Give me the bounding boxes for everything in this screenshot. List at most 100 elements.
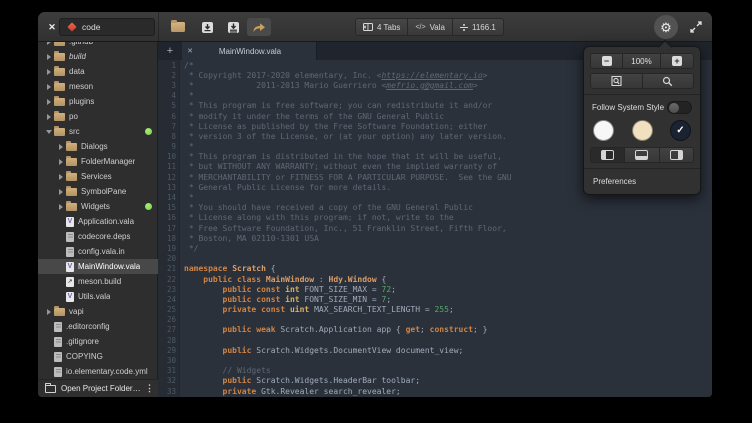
tree-item-dialogs[interactable]: Dialogs [38,139,158,154]
expander-closed-icon[interactable] [44,69,54,75]
code-line: 17 * Free Software Foundation, Inc., 51 … [158,223,712,233]
tree-item-utils-vala[interactable]: Utils.vala [38,289,158,304]
tree-item-po[interactable]: po [38,109,158,124]
sidebar-menu-button[interactable]: ⋮ [145,384,154,393]
tree-item-src[interactable]: src [38,124,158,139]
zoom-out-icon: − [602,56,612,66]
code-text: public const int FONT_SIZE_MAX = 72; [184,285,396,294]
tree-item-meson[interactable]: meson [38,79,158,94]
folder-icon [66,188,77,196]
tree-item-vapi[interactable]: vapi [38,304,158,319]
sidebar-footer[interactable]: Open Project Folder… ⋮ [38,379,158,397]
tree-item-io-elementary-code-yml[interactable]: io.elementary.code.yml [38,364,158,379]
project-button[interactable]: code [59,18,155,36]
expander-closed-icon[interactable] [44,54,54,60]
tree-item--editorconfig[interactable]: .editorconfig [38,319,158,334]
tree-item-config-vala-in[interactable]: config.vala.in [38,244,158,259]
settings-menu-button[interactable]: ⚙ [654,15,678,39]
toggle-sidebar-button[interactable] [590,147,625,163]
close-button[interactable]: ✕ [44,19,60,35]
tree-item-application-vala[interactable]: Application.vala [38,214,158,229]
toggle-bottom-panel-button[interactable] [625,147,659,163]
tree-item-foldermanager[interactable]: FolderManager [38,154,158,169]
code-text: * General Public License for more detail… [184,183,391,192]
code-line: 18 * Boston, MA 02110-1301 USA [158,233,712,243]
expander-closed-icon[interactable] [44,309,54,315]
expander-closed-icon[interactable] [44,114,54,120]
expand-icon [690,21,702,33]
zoom-in-button[interactable]: + [661,53,694,69]
expander-closed-icon[interactable] [44,99,54,105]
headerbar-divider [158,12,159,42]
folder-icon [66,173,77,181]
tab-title: MainWindow.vala [198,47,316,56]
expander-closed-icon[interactable] [44,84,54,90]
tabs-overview-button[interactable]: 4 Tabs [355,18,408,36]
follow-system-row: Follow System Style [590,100,694,115]
tab-close-icon[interactable]: ✕ [182,47,198,55]
find-in-project-button[interactable] [590,73,643,89]
tree-item-widgets[interactable]: Widgets [38,199,158,214]
share-button[interactable] [247,18,271,36]
light-style-option[interactable] [593,120,614,141]
tree-item-label: .github [69,42,93,46]
tree-item-label: Dialogs [81,142,108,151]
follow-system-toggle[interactable] [667,101,692,114]
goto-line-button[interactable]: 1166.1 [453,18,504,36]
tree-item--gitignore[interactable]: .gitignore [38,334,158,349]
sepia-style-option[interactable] [632,120,653,141]
code-text: public Scratch.Widgets.HeaderBar toolbar… [184,376,420,385]
expander-closed-icon[interactable] [56,189,66,195]
toggle-right-panel-button[interactable] [660,147,694,163]
search-button[interactable] [643,73,695,89]
sidebar: .github builddatamesonpluginsposrc Dialogs… [38,42,158,397]
expander-closed-icon[interactable] [44,42,54,45]
save-button[interactable] [195,18,219,36]
code-line: 31 // Widgets [158,366,712,376]
tree-item--github[interactable]: .github [38,42,158,49]
expander-closed-icon[interactable] [56,174,66,180]
dark-style-option[interactable]: ✓ [670,120,691,141]
tree-item-copying[interactable]: COPYING [38,349,158,364]
search-controls [590,73,694,89]
tree-item-build[interactable]: build [38,49,158,64]
expander-closed-icon[interactable] [56,204,66,210]
tree-item-data[interactable]: data [38,64,158,79]
txt-file-icon [54,322,62,332]
tree-item-codecore-deps[interactable]: codecore.deps [38,229,158,244]
tree-item-meson-build[interactable]: meson.build [38,274,158,289]
folder-icon [54,128,65,136]
code-text: // Widgets [184,366,271,375]
goto-line-icon [460,24,468,31]
save-as-button[interactable] [221,18,245,36]
preferences-label: Preferences [593,177,636,186]
zoom-out-button[interactable]: − [590,53,623,69]
preferences-item[interactable]: Preferences [590,174,694,188]
code-text: * [184,91,194,100]
folder-icon [54,83,65,91]
expander-open-icon[interactable] [44,130,54,134]
line-number: 15 [158,203,180,212]
expander-closed-icon[interactable] [56,159,66,165]
tree-item-services[interactable]: Services [38,169,158,184]
zoom-level-button[interactable]: 100% [623,53,661,69]
code-text: * This program is free software; you can… [184,101,492,110]
new-tab-button[interactable]: + [158,42,182,60]
tree-item-symbolpane[interactable]: SymbolPane [38,184,158,199]
style-choices: ✓ [590,115,694,147]
folder-icon [54,308,65,316]
language-button[interactable]: </> Vala [408,18,453,36]
headerbar: ✕ code [38,12,712,42]
tree-item-plugins[interactable]: plugins [38,94,158,109]
open-folder-button[interactable] [166,18,190,36]
tree-item-mainwindow-vala[interactable]: MainWindow.vala [38,259,158,274]
code-text: */ [184,244,198,253]
fullscreen-button[interactable] [688,19,704,35]
tree-item-label: Utils.vala [78,292,110,301]
txt-file-icon [66,247,74,257]
project-label: code [82,22,100,32]
expander-closed-icon[interactable] [56,144,66,150]
tab-mainwindow[interactable]: ✕ MainWindow.vala [182,42,317,60]
line-number: 19 [158,244,180,253]
line-number: 30 [158,356,180,365]
